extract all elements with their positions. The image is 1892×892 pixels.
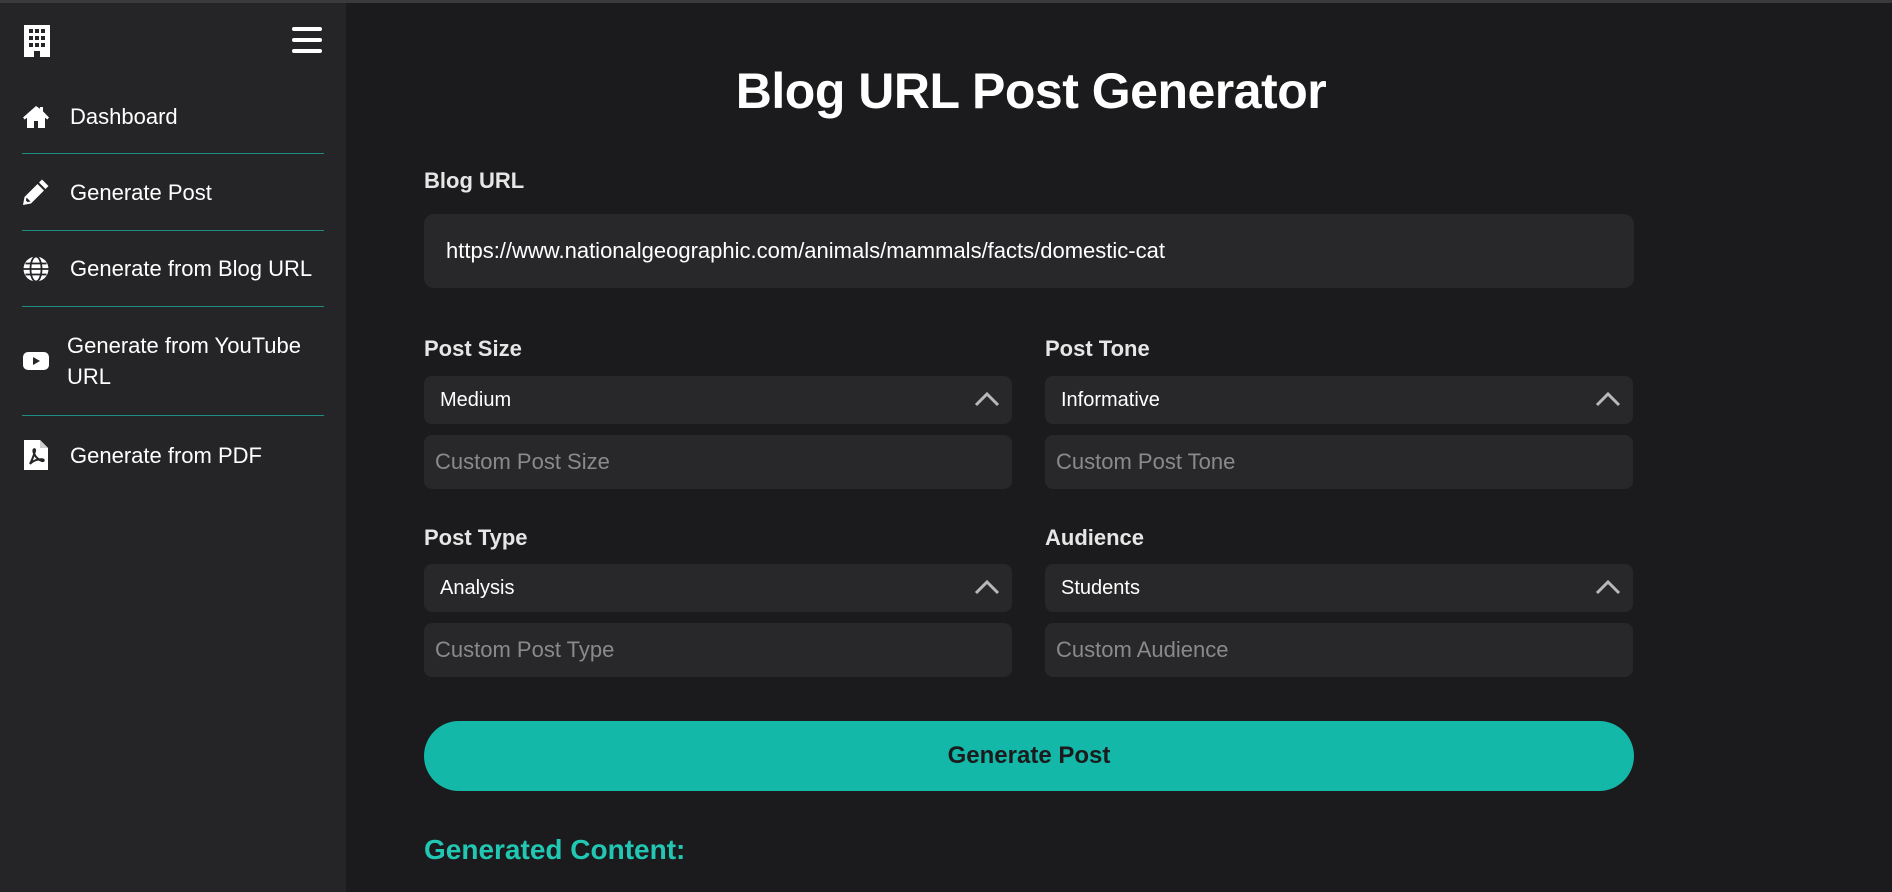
sidebar-item-generate-from-pdf[interactable]: Generate from PDF (22, 416, 324, 494)
post-tone-label: Post Tone (1045, 336, 1150, 361)
chevron-up-icon (1595, 391, 1621, 407)
sidebar: Dashboard Generate Post Generate from Bl… (0, 0, 346, 892)
audience-select[interactable]: Students (1045, 564, 1633, 612)
audience-label: Audience (1045, 525, 1145, 550)
pdf-file-icon (22, 440, 50, 470)
generate-post-button[interactable]: Generate Post (424, 721, 1634, 791)
post-tone-select[interactable]: Informative (1045, 376, 1633, 424)
post-type-label: Post Type (424, 525, 528, 550)
custom-audience-input[interactable] (1045, 623, 1633, 677)
generated-content-heading: Generated Content: (424, 834, 686, 865)
post-size-label: Post Size (424, 336, 522, 361)
sidebar-item-dashboard[interactable]: Dashboard (22, 80, 324, 154)
sidebar-item-label: Generate from Blog URL (70, 256, 313, 281)
blog-url-label: Blog URL (424, 168, 525, 193)
chevron-up-icon (974, 579, 1000, 595)
blog-url-input[interactable]: https://www.nationalgeographic.com/anima… (424, 214, 1634, 288)
custom-post-type-input[interactable] (424, 623, 1012, 677)
home-icon (22, 103, 50, 131)
sidebar-item-label: Generate Post (70, 179, 212, 205)
main-content: Blog URL Post Generator Blog URL https:/… (346, 0, 1892, 892)
building-icon (24, 25, 50, 57)
post-type-select[interactable]: Analysis (424, 564, 1012, 612)
pencil-icon (22, 178, 50, 206)
audience-selected-value: Students (1061, 576, 1140, 599)
sidebar-item-generate-post[interactable]: Generate Post (22, 154, 324, 231)
window-top-border (0, 0, 1892, 3)
sidebar-nav: Dashboard Generate Post Generate from Bl… (22, 80, 324, 494)
post-size-select[interactable]: Medium (424, 376, 1012, 424)
sidebar-item-generate-from-blog-url[interactable]: Generate from Blog URL (22, 231, 324, 307)
globe-icon (22, 255, 50, 283)
sidebar-item-label: Generate from YouTube URL (67, 333, 302, 389)
post-type-selected-value: Analysis (440, 576, 515, 599)
custom-post-tone-input[interactable] (1045, 435, 1633, 489)
sidebar-item-label: Dashboard (70, 104, 178, 129)
post-tone-selected-value: Informative (1061, 388, 1160, 411)
sidebar-item-generate-from-youtube-url[interactable]: Generate from YouTube URL (22, 307, 324, 416)
sidebar-item-label: Generate from PDF (70, 442, 262, 468)
page-title: Blog URL Post Generator (735, 63, 1327, 119)
youtube-icon (22, 347, 50, 375)
chevron-up-icon (974, 391, 1000, 407)
chevron-up-icon (1595, 579, 1621, 595)
custom-post-size-input[interactable] (424, 435, 1012, 489)
post-size-selected-value: Medium (440, 388, 512, 411)
hamburger-menu-icon[interactable] (292, 27, 322, 55)
